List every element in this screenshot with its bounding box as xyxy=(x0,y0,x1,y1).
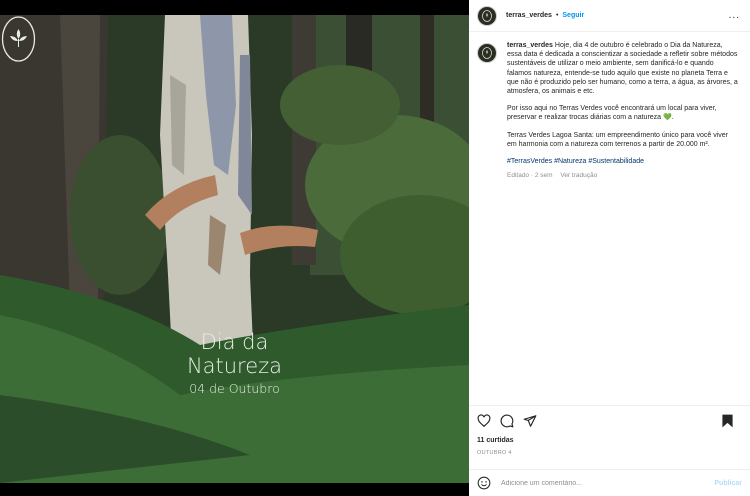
hashtag-link[interactable]: #TerrasVerdes xyxy=(507,158,552,165)
brand-leaf-icon xyxy=(482,9,492,22)
follow-button[interactable]: Seguir xyxy=(562,12,584,19)
leaf-emblem-icon xyxy=(1,16,36,62)
image-title-line2: Natureza xyxy=(186,354,283,378)
caption-text-2-end: . xyxy=(671,114,674,122)
header-separator: • xyxy=(555,12,559,19)
brand-leaf-icon xyxy=(482,47,492,59)
caption-area: terras_verdes Hoje, dia 4 de outubro é c… xyxy=(469,33,750,405)
share-icon[interactable] xyxy=(523,414,537,428)
post-header: terras_verdes • Seguir ... xyxy=(469,0,750,32)
post-photo[interactable]: Dia da Natureza 04 de Outubro xyxy=(0,15,469,483)
post-media: Dia da Natureza 04 de Outubro xyxy=(0,0,469,496)
forest-photo xyxy=(0,15,469,483)
bookmark-icon[interactable] xyxy=(721,414,734,428)
emoji-icon[interactable] xyxy=(477,476,491,490)
caption-text-2: Por isso aqui no Terras Verdes você enco… xyxy=(507,105,717,122)
post-date: OUTUBRO 4 xyxy=(477,450,512,456)
caption-text: terras_verdes Hoje, dia 4 de outubro é c… xyxy=(507,41,739,180)
translate-link[interactable]: Ver tradução xyxy=(560,172,597,179)
edited-timestamp: Editado · 2 sem xyxy=(507,172,553,180)
likes-count[interactable]: 11 curtidas xyxy=(477,437,742,444)
post-panel: terras_verdes • Seguir ... terras_verdes… xyxy=(469,0,750,496)
action-icons xyxy=(477,406,742,436)
caption-meta: Editado · 2 sem Ver tradução xyxy=(507,171,739,180)
comment-bar: Publicar xyxy=(469,469,750,496)
image-title-line1: Dia da xyxy=(200,330,269,354)
hashtag-link[interactable]: #Sustentabilidade xyxy=(588,158,644,165)
caption-paragraph-3: Terras Verdes Lagoa Santa: um empreendim… xyxy=(507,131,729,148)
comment-icon[interactable] xyxy=(500,414,514,428)
caption-text-1: Hoje, dia 4 de outubro é celebrado o Dia… xyxy=(507,42,738,96)
publish-button[interactable]: Publicar xyxy=(714,480,742,487)
hashtag-link[interactable]: #Natureza xyxy=(554,158,586,165)
more-options-icon[interactable]: ... xyxy=(729,10,740,21)
heart-icon[interactable] xyxy=(477,414,491,428)
image-date: 04 de Outubro xyxy=(189,381,280,396)
actions-area: 11 curtidas OUTUBRO 4 xyxy=(469,405,750,469)
header-username[interactable]: terras_verdes xyxy=(506,12,552,19)
caption-row: terras_verdes Hoje, dia 4 de outubro é c… xyxy=(477,41,742,180)
caption-username[interactable]: terras_verdes xyxy=(507,42,553,49)
comment-input[interactable] xyxy=(501,479,701,487)
avatar[interactable] xyxy=(477,5,497,26)
caption-paragraph-2: Por isso aqui no Terras Verdes você enco… xyxy=(507,104,739,122)
green-heart-icon: 💚 xyxy=(663,114,672,122)
avatar[interactable] xyxy=(477,43,497,63)
caption-paragraph-1: terras_verdes Hoje, dia 4 de outubro é c… xyxy=(507,41,739,96)
hashtags: #TerrasVerdes #Natureza #Sustentabilidad… xyxy=(507,157,739,166)
